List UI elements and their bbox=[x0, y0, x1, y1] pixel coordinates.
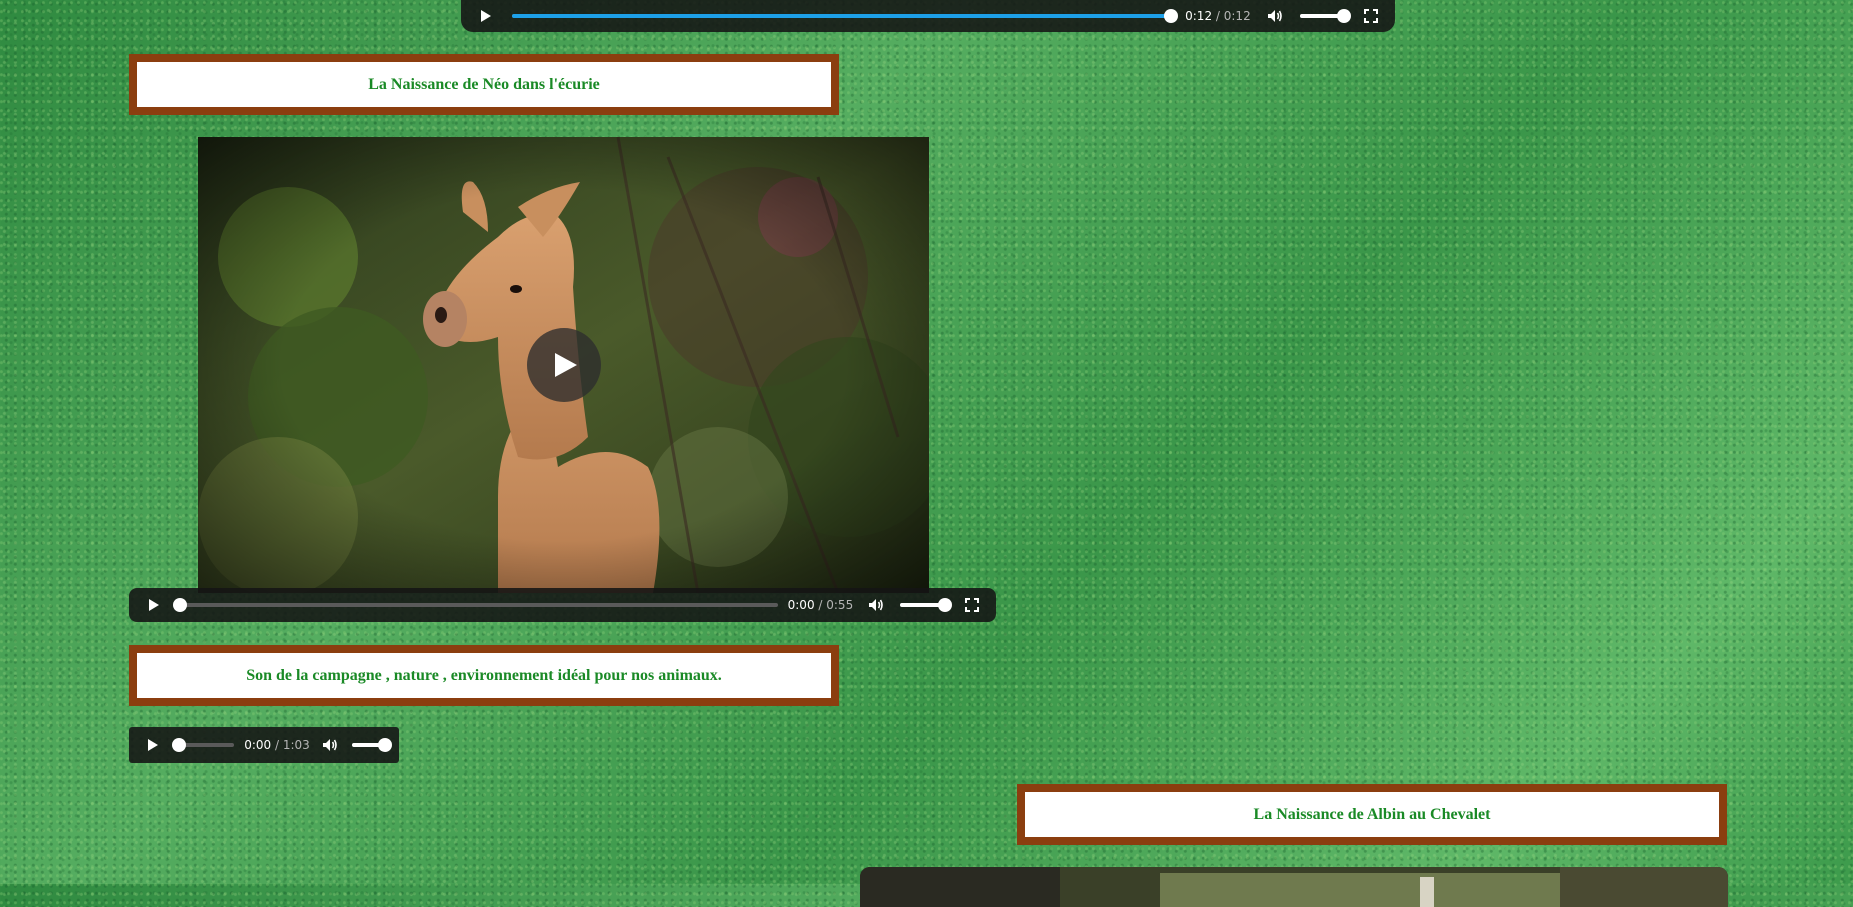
audio-volume-slider[interactable] bbox=[351, 738, 392, 752]
top-time-display: 0:12 / 0:12 bbox=[1185, 9, 1251, 23]
title-neo: La Naissance de Néo dans l'écurie bbox=[368, 75, 600, 93]
neo-progress-slider[interactable] bbox=[173, 598, 778, 612]
audio-duration: 1:03 bbox=[282, 738, 310, 752]
video-neo-controls: 0:00 / 0:55 bbox=[129, 588, 996, 622]
neo-current-time: 0:00 bbox=[787, 598, 815, 612]
volume-icon[interactable] bbox=[1265, 9, 1286, 23]
audio-progress-slider[interactable] bbox=[172, 738, 235, 752]
neo-volume-slider[interactable] bbox=[900, 598, 952, 612]
video-neo[interactable] bbox=[198, 137, 929, 593]
play-icon[interactable] bbox=[143, 738, 163, 752]
big-play-button[interactable] bbox=[526, 328, 601, 402]
top-volume-slider[interactable] bbox=[1299, 9, 1351, 23]
title-box-sound: Son de la campagne , nature , environnem… bbox=[129, 645, 839, 706]
fullscreen-icon[interactable] bbox=[1362, 9, 1381, 23]
volume-icon[interactable] bbox=[865, 598, 886, 612]
top-progress-slider[interactable] bbox=[512, 9, 1179, 23]
audio-time-display: 0:00 / 1:03 bbox=[244, 738, 310, 752]
play-icon[interactable] bbox=[143, 598, 164, 612]
albin-thumbnail bbox=[860, 867, 1728, 907]
top-duration: 0:12 bbox=[1223, 9, 1251, 23]
audio-controls: 0:00 / 1:03 bbox=[129, 727, 399, 763]
top-current-time: 0:12 bbox=[1185, 9, 1213, 23]
top-media-controls: 0:12 / 0:12 bbox=[461, 0, 1395, 32]
audio-current-time: 0:00 bbox=[244, 738, 272, 752]
title-box-neo: La Naissance de Néo dans l'écurie bbox=[129, 54, 839, 115]
neo-duration: 0:55 bbox=[826, 598, 854, 612]
volume-icon[interactable] bbox=[320, 738, 340, 752]
neo-time-display: 0:00 / 0:55 bbox=[787, 598, 854, 612]
title-sound: Son de la campagne , nature , environnem… bbox=[246, 666, 722, 684]
title-box-albin: La Naissance de Albin au Chevalet bbox=[1017, 784, 1727, 845]
fullscreen-icon[interactable] bbox=[963, 598, 982, 612]
video-albin[interactable] bbox=[860, 867, 1728, 907]
play-icon bbox=[554, 353, 577, 377]
play-icon[interactable] bbox=[475, 9, 496, 23]
title-albin: La Naissance de Albin au Chevalet bbox=[1253, 805, 1491, 823]
